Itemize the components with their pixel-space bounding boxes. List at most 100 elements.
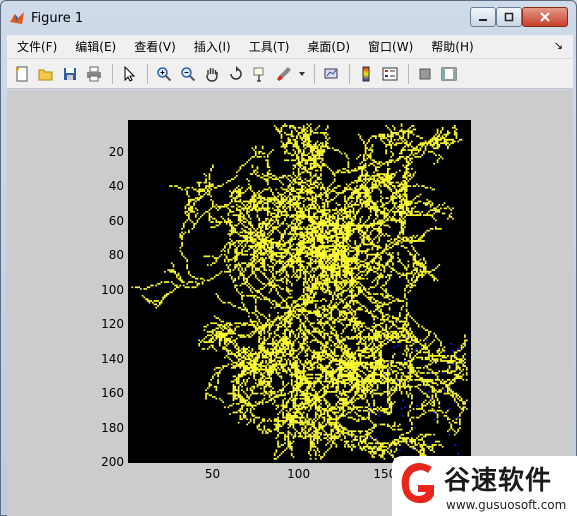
cluster-pixel [335,306,338,309]
cluster-pixel [390,403,393,405]
zoom-out-button[interactable] [177,63,199,85]
cluster-pixel [351,377,353,380]
menu-help[interactable]: 帮助(H) [421,35,481,59]
cluster-pixel [337,264,339,266]
cluster-pixel [236,356,238,359]
cluster-pixel [426,346,429,349]
cluster-pixel [354,216,357,218]
cluster-pixel [254,246,257,249]
new-figure-button[interactable] [11,63,33,85]
brush-dropdown[interactable] [297,63,307,85]
brush-button[interactable] [273,63,295,85]
cluster-pixel [345,217,348,220]
cluster-pixel [297,277,300,280]
cluster-pixel [335,389,338,392]
dock-arrow-icon[interactable]: ↘ [554,39,563,52]
insert-legend-button[interactable] [379,63,401,85]
cluster-pixel [337,308,339,311]
menu-desktop[interactable]: 桌面(D) [297,35,358,59]
cluster-pixel [256,427,259,429]
cluster-pixel [441,411,444,414]
cluster-pixel [326,276,329,278]
cluster-pixel [421,445,424,448]
cluster-pixel [275,270,278,273]
show-plot-tools-button[interactable] [438,63,460,85]
cluster-pixel [381,375,384,378]
cluster-pixel [326,289,329,292]
cluster-pixel [320,132,322,134]
cluster-pixel [237,348,240,350]
cluster-pixel [332,320,334,323]
menu-tools[interactable]: 工具(T) [239,35,298,59]
minimize-button[interactable] [470,7,496,27]
plot-axes[interactable] [128,120,471,463]
cluster-pixel [294,300,297,302]
zoom-in-button[interactable] [153,63,175,85]
data-cursor-button[interactable] [249,63,271,85]
open-file-button[interactable] [35,63,57,85]
cluster-pixel [381,382,384,385]
cluster-pixel [284,265,286,268]
cluster-pixel [344,310,346,313]
save-button[interactable] [59,63,81,85]
cluster-pixel [340,284,343,287]
cluster-pixel [378,363,381,366]
cluster-pixel [409,430,412,433]
cluster-pixel [309,193,312,196]
menu-view[interactable]: 查看(V) [124,35,184,59]
pan-button[interactable] [201,63,223,85]
cluster-pixel [301,306,303,309]
cluster-pixel [397,372,400,374]
print-button[interactable] [83,63,105,85]
cluster-pixel [239,411,242,414]
cluster-pixel [232,375,235,378]
cluster-pixel [366,380,369,383]
cluster-pixel [338,267,341,270]
cluster-pixel [376,406,379,409]
cluster-pixel [429,409,432,412]
cluster-pixel [359,409,362,412]
cluster-pixel [357,248,360,251]
cluster-pixel [248,404,250,407]
cluster-pixel [349,379,351,381]
cluster-pixel [414,336,417,338]
edit-plot-button[interactable] [118,63,140,85]
rotate-3d-button[interactable] [225,63,247,85]
cluster-pixel [284,262,286,265]
cluster-pixel [447,416,449,419]
menu-window[interactable]: 窗口(W) [358,35,421,59]
menu-insert[interactable]: 插入(I) [184,35,239,59]
cluster-pixel [390,365,393,367]
cluster-pixel [412,240,415,242]
cluster-pixel [289,216,291,218]
menu-file[interactable]: 文件(F) [7,35,65,59]
cluster-pixel [359,332,362,335]
cluster-pixel [338,312,341,314]
cluster-pixel [453,430,456,433]
cluster-pixel [423,452,425,455]
insert-colorbar-button[interactable] [355,63,377,85]
cluster-pixel [417,375,420,378]
cluster-pixel [335,277,338,280]
cluster-pixel [313,164,315,167]
cluster-pixel [314,255,317,258]
cluster-pixel [369,387,372,390]
cluster-pixel [347,372,350,374]
link-plot-button[interactable] [320,63,342,85]
cluster-pixel [297,169,300,172]
cluster-pixel [423,234,425,237]
cluster-pixel [433,382,436,385]
cluster-pixel [270,250,273,253]
menu-edit[interactable]: 编辑(E) [65,35,124,59]
cluster-pixel [328,306,331,309]
cluster-pixel [412,255,415,258]
cluster-pixel [263,262,266,265]
cluster-pixel [411,358,413,361]
cluster-pixel [452,428,454,431]
maximize-button[interactable] [496,7,522,27]
hide-plot-tools-button[interactable] [414,63,436,85]
close-button[interactable] [522,7,568,27]
cluster-pixel [351,192,353,194]
cluster-pixel [375,204,377,206]
cluster-pixel [337,375,339,378]
